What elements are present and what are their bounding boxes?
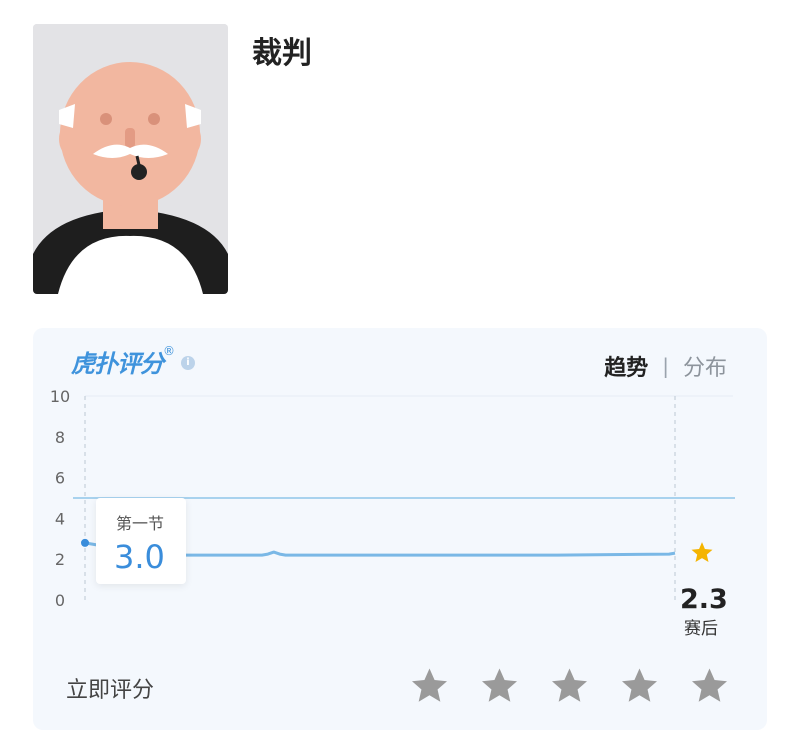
referee-avatar — [33, 24, 228, 294]
rating-card: 虎扑评分 ® i 趋势 | 分布 0 2 4 6 8 10 第一节 3.0 2.3 赛后 … — [33, 328, 767, 730]
star-icon-3[interactable] — [547, 665, 592, 707]
y-tick-label: 2 — [55, 550, 65, 569]
data-point-start — [81, 538, 89, 547]
y-tick-label: 4 — [55, 509, 65, 528]
tooltip-score-value: 3.0 — [114, 538, 165, 576]
y-tick-label: 8 — [55, 428, 65, 447]
rate-now-label: 立即评分 — [66, 678, 155, 703]
tooltip-period-label: 第一节 — [116, 514, 165, 533]
referee-illustration — [33, 24, 228, 294]
final-score-value: 2.3 — [680, 584, 728, 615]
referee-name: 裁判 — [252, 36, 312, 71]
data-point-end-star — [691, 542, 713, 562]
final-score-label: 赛后 — [684, 619, 718, 639]
y-tick-label: 0 — [55, 591, 65, 610]
star-icon-1[interactable] — [407, 665, 452, 707]
star-icon-2[interactable] — [477, 665, 522, 707]
rating-stars — [407, 665, 732, 707]
y-tick-label: 10 — [50, 387, 70, 406]
y-tick-label: 6 — [55, 469, 65, 488]
star-icon-4[interactable] — [617, 665, 662, 707]
score-tooltip: 第一节 3.0 — [96, 498, 186, 584]
star-icon-5[interactable] — [687, 665, 732, 707]
